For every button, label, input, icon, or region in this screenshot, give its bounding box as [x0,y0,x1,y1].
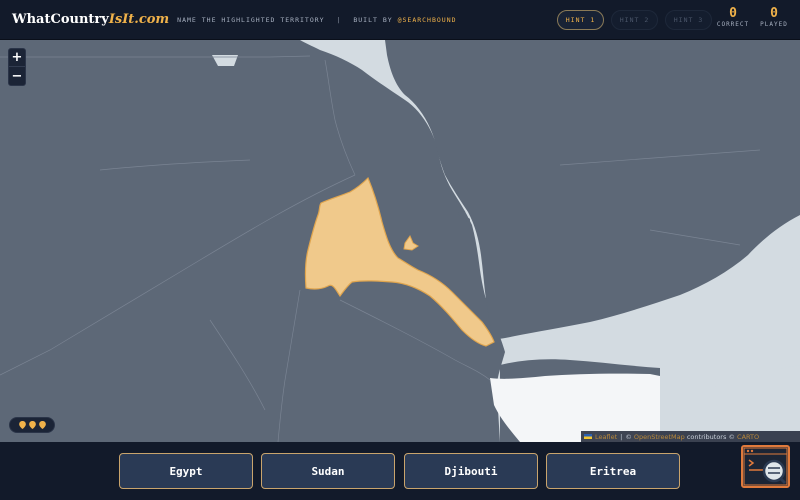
hint-3-button[interactable]: HINT 3 [665,10,712,30]
played-stat: 0 PLAYED [754,6,794,29]
leaflet-link[interactable]: Leaflet [595,433,617,441]
correct-label: CORRECT [716,21,750,28]
life-pin-icon [38,421,46,429]
answer-button-egypt[interactable]: Egypt [119,453,253,489]
zoom-out-button[interactable]: − [9,67,25,85]
red-sea-island [466,218,470,222]
tagline-built-by: BUILT BY [353,15,393,24]
map-svg [0,40,800,442]
answer-bar: Egypt Sudan Djibouti Eritrea [0,442,800,500]
red-sea-island [458,209,466,217]
attribution-separator: | [620,432,623,441]
correct-stat: 0 CORRECT [713,6,753,29]
ukraine-flag-icon [584,434,592,439]
logo-accent-text: IsIt.com [108,12,170,27]
played-count: 0 [770,6,778,21]
red-sea-island [484,297,490,303]
answer-button-djibouti[interactable]: Djibouti [404,453,538,489]
map-attribution: Leaflet | © OpenStreetMap contributors ©… [581,431,800,442]
zoom-control: + − [8,48,26,86]
tagline-instruction: NAME THE HIGHLIGHTED TERRITORY [177,15,325,24]
lives-indicator [9,417,55,433]
search-page-icon [743,447,788,486]
answer-button-eritrea[interactable]: Eritrea [546,453,680,489]
played-label: PLAYED [760,21,788,28]
top-bar: WhatCountry IsIt.com NAME THE HIGHLIGHTE… [0,0,800,40]
carto-link[interactable]: CARTO [737,433,759,441]
correct-count: 0 [729,6,737,21]
logo-main-text: WhatCountry [12,12,109,27]
contributors-text: contributors [686,432,727,441]
tagline: NAME THE HIGHLIGHTED TERRITORY | BUILT B… [177,16,456,24]
zoom-in-button[interactable]: + [9,49,25,67]
osm-link[interactable]: OpenStreetMap [634,433,685,441]
map-canvas[interactable] [0,40,800,442]
hint-2-button[interactable]: HINT 2 [611,10,658,30]
tagline-separator: | [336,15,342,24]
hint-1-button[interactable]: HINT 1 [557,10,604,30]
life-pin-icon [28,421,36,429]
answer-button-sudan[interactable]: Sudan [261,453,395,489]
author-handle-link[interactable]: @SEARCHBOUND [398,16,457,24]
life-pin-icon [18,421,26,429]
site-logo[interactable]: WhatCountry IsIt.com [12,12,169,27]
hint-buttons: HINT 1 HINT 2 HINT 3 [557,10,712,30]
search-widget-button[interactable] [741,445,790,488]
